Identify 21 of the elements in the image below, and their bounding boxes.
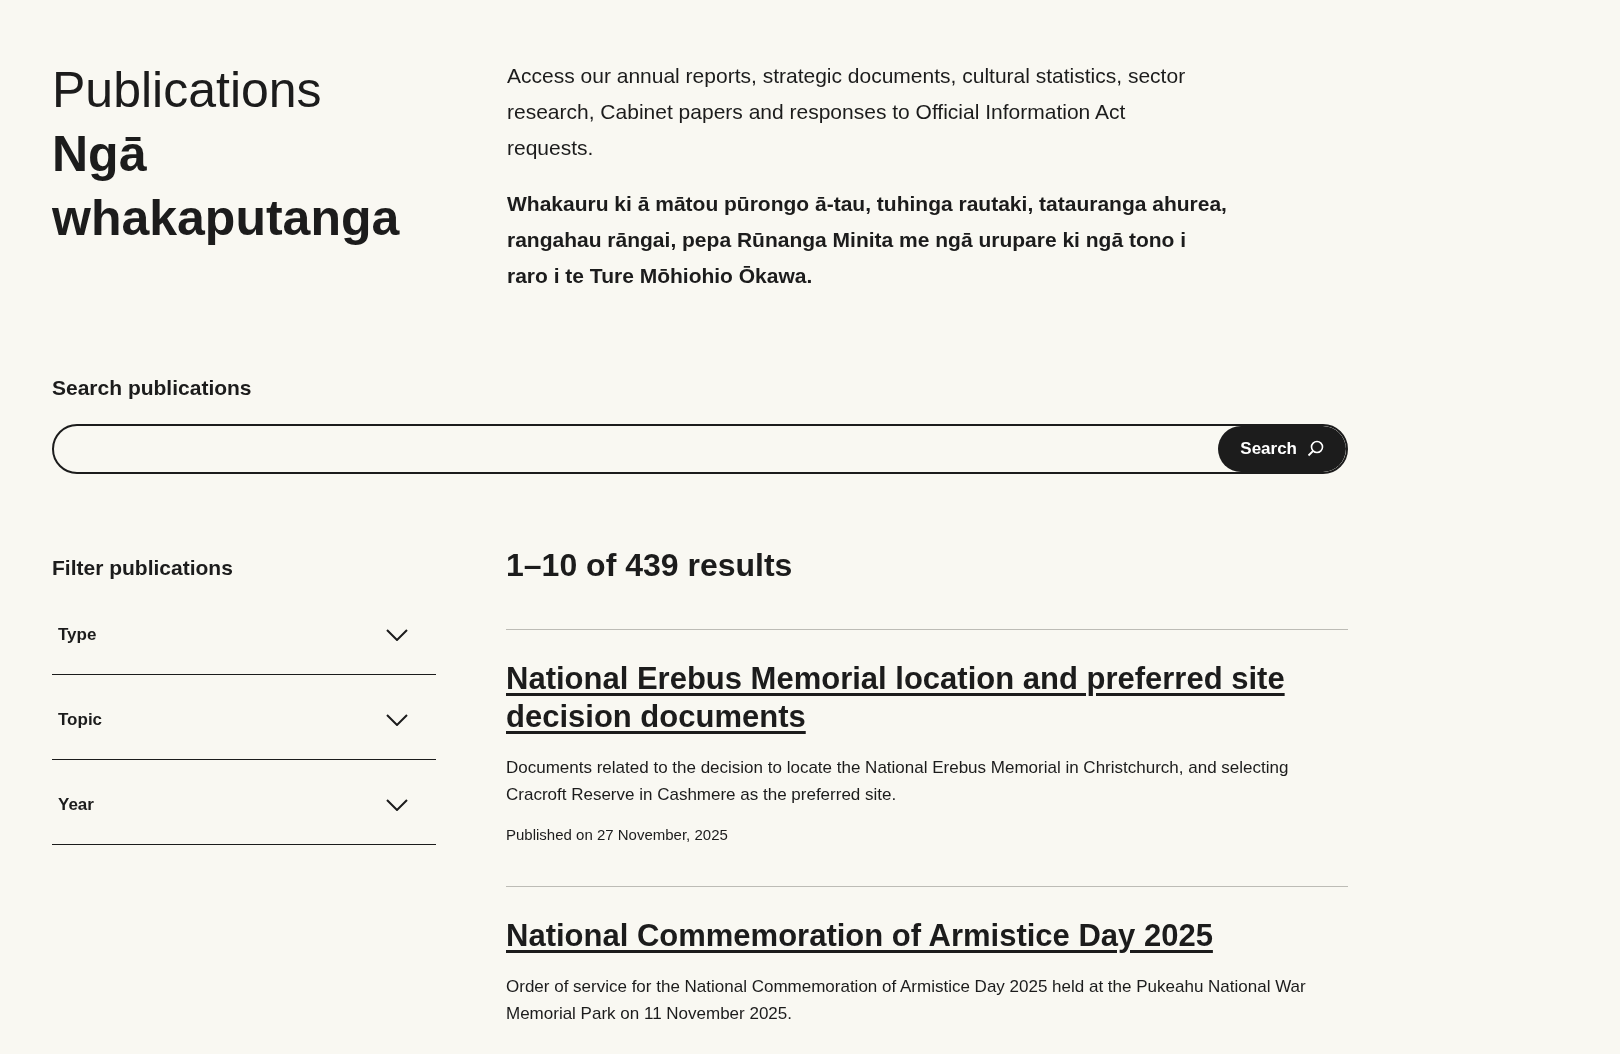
intro-text-maori: Whakauru ki ā mātou pūrongo ā-tau, tuhinga rautaki, tatauranga ahurea, rangahau rāngai, pepa Rūnanga Minita me ngā urupare ki ngā tono i raro i te Ture Mōhiohio Ōkawa. <box>507 191 1227 289</box>
filter-dropdown[interactable]: Year <box>52 759 436 845</box>
search-field[interactable]: Search <box>52 423 1348 474</box>
published-date: Published on 27 November, 2025 <box>506 824 729 845</box>
publication-description: Documents related to the decision to locate the National Erebus Memorial in Christchurch, and selecting Cracroft Reserve in Cashmere as the preferred site. <box>506 756 1290 806</box>
filter-dropdown[interactable]: Type <box>52 589 436 675</box>
chevron-down-icon <box>386 799 408 811</box>
page-title: Publications <box>52 61 323 120</box>
results-count: 1–10 of 439 results <box>506 545 794 585</box>
search-icon <box>1307 440 1324 457</box>
search-label: Search publications <box>52 376 252 399</box>
chevron-down-icon <box>386 714 408 726</box>
chevron-down-icon <box>386 629 408 641</box>
filter-dropdown[interactable]: Topic <box>52 674 436 760</box>
search-button[interactable]: Search <box>1218 425 1346 472</box>
filter-heading: Filter publications <box>52 554 234 581</box>
publication-title-link[interactable]: National Commemoration of Armistice Day 2025 <box>506 917 1213 955</box>
intro-text: Access our annual reports, strategic documents, cultural statistics, sector research, Cabinet papers and responses to Official Information Act requests. <box>507 63 1187 161</box>
page-title-maori: Ngā whakaputanga <box>52 125 401 248</box>
publication-description: Order of service for the National Commemoration of Armistice Day 2025 held at the Pukeahu National War Memorial Park on 11 November 2025. <box>506 976 1307 1025</box>
publication-title-link[interactable]: National Erebus Memorial location and preferred site decision documents <box>506 659 1348 736</box>
